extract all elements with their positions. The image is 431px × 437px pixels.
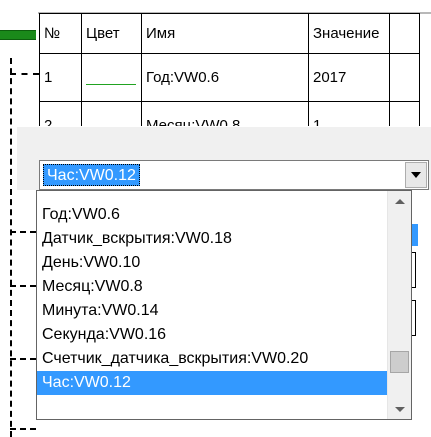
cell-color[interactable]	[81, 53, 142, 102]
tree-line-vertical	[10, 58, 12, 437]
dropdown-option-selected[interactable]: Час:VW0.12	[37, 371, 387, 395]
dropdown-option[interactable]: Минута:VW0.14	[37, 299, 387, 323]
variable-dropdown-list[interactable]: Год:VW0.6 Датчик_вскрытия:VW0.18 День:VW…	[36, 190, 412, 420]
dropdown-option[interactable]: Секунда:VW0.16	[37, 323, 387, 347]
green-toolbar-bar	[0, 30, 36, 40]
dropdown-option[interactable]: Счетчик_датчика_вскрытия:VW0.20	[37, 347, 387, 371]
dropdown-option[interactable]: Год:VW0.6	[37, 203, 387, 227]
dropdown-options: Год:VW0.6 Датчик_вскрытия:VW0.18 День:VW…	[37, 191, 387, 419]
column-header-name[interactable]: Имя	[141, 13, 309, 54]
combobox-dropdown-button[interactable]	[405, 162, 427, 188]
column-header-color[interactable]: Цвет	[81, 13, 142, 54]
column-header-number[interactable]: №	[39, 13, 82, 54]
table-row[interactable]: 1 Год:VW0.6 2017	[39, 53, 420, 102]
row-highlight-edge	[412, 224, 418, 246]
tree-line-branch	[10, 358, 36, 360]
dropdown-scrollbar[interactable]	[387, 191, 411, 419]
tree-line-branch	[10, 428, 36, 430]
dropdown-option[interactable]: Датчик_вскрытия:VW0.18	[37, 227, 387, 251]
tree-line-branch	[10, 73, 39, 75]
cell-number[interactable]: 1	[39, 53, 82, 102]
table-header-row: № Цвет Имя Значение	[39, 13, 420, 54]
scroll-up-arrow-icon	[394, 198, 405, 204]
dropdown-option[interactable]: Месяц:VW0.8	[37, 275, 387, 299]
dropdown-option[interactable]: День:VW0.10	[37, 251, 387, 275]
tree-line-branch	[10, 231, 36, 233]
scroll-down-arrow-icon	[394, 406, 405, 412]
combobox-selected-value[interactable]: Час:VW0.12	[43, 164, 140, 186]
chevron-down-icon	[411, 172, 421, 178]
scroll-down-button[interactable]	[388, 399, 411, 419]
scrollbar-thumb[interactable]	[390, 351, 409, 373]
scroll-up-button[interactable]	[388, 191, 411, 211]
table-cell-edge	[412, 252, 416, 288]
variable-select-panel: Час:VW0.12	[16, 126, 431, 190]
cell-name[interactable]: Год:VW0.6	[141, 53, 309, 102]
table-cell-edge	[412, 300, 416, 336]
app-window: № Цвет Имя Значение 1 Год:VW0.6 2017 2 М…	[0, 0, 431, 437]
column-header-extra	[389, 13, 420, 54]
variable-combobox[interactable]: Час:VW0.12	[39, 160, 429, 190]
cell-extra	[389, 53, 420, 102]
cell-value[interactable]: 2017	[308, 53, 390, 102]
tree-line-branch	[10, 285, 36, 287]
series-color-swatch	[86, 83, 136, 85]
tree-pane	[0, 0, 39, 437]
column-header-value[interactable]: Значение	[308, 13, 390, 54]
